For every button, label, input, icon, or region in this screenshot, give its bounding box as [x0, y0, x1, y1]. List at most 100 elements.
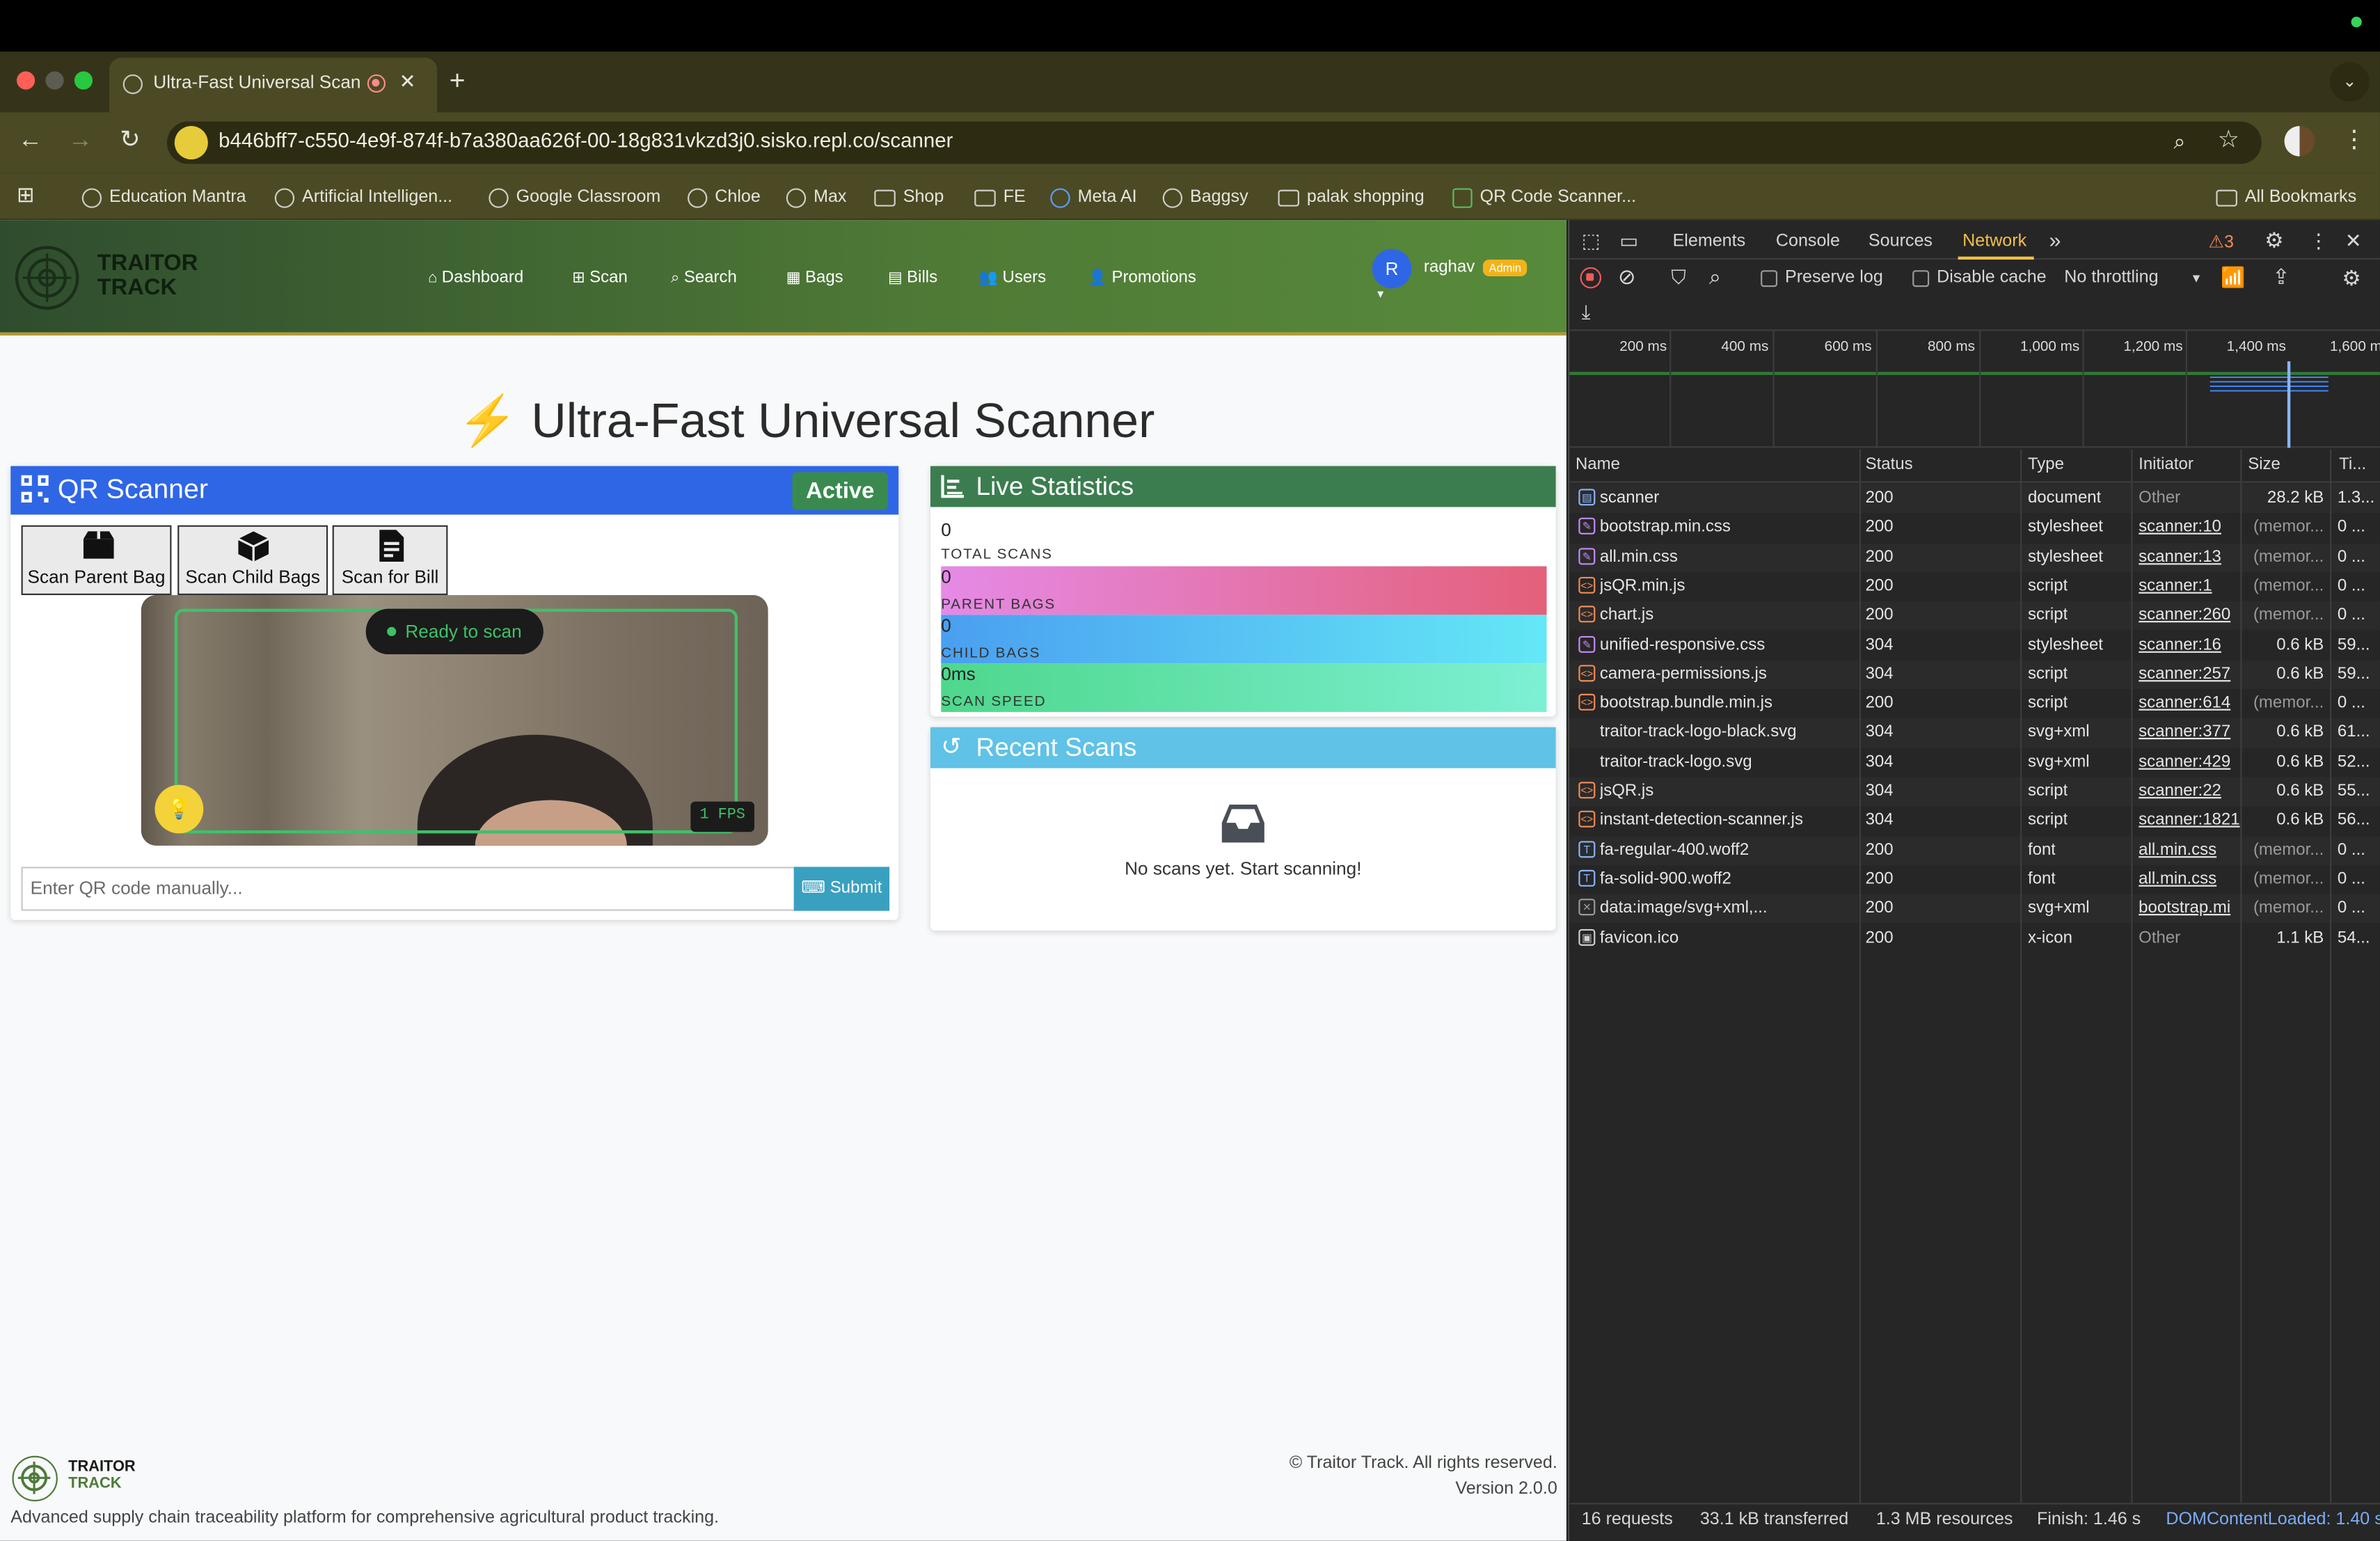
- browser-menu-icon[interactable]: ⋮: [2342, 128, 2366, 153]
- request-initiator[interactable]: all.min.css: [2139, 870, 2245, 888]
- search-icon[interactable]: ⌕: [1709, 264, 1721, 290]
- bookmark-education-mantra[interactable]: Education Mantra: [81, 185, 246, 210]
- record-stop-icon[interactable]: [1580, 267, 1602, 289]
- user-menu-caret-icon[interactable]: ▼: [1375, 290, 1386, 301]
- tab-search-button[interactable]: ⌄: [2329, 62, 2370, 102]
- request-initiator[interactable]: scanner:260: [2139, 606, 2245, 624]
- tab-elements[interactable]: Elements: [1673, 232, 1746, 251]
- table-row[interactable]: ✎ unified-responsive.css 304 stylesheet scan…: [1569, 631, 2380, 661]
- request-initiator[interactable]: scanner:377: [2139, 723, 2245, 741]
- request-initiator[interactable]: all.min.css: [2139, 840, 2245, 858]
- minimize-window-button[interactable]: [45, 71, 64, 90]
- request-initiator[interactable]: scanner:10: [2139, 518, 2245, 536]
- avatar[interactable]: R: [1372, 248, 1412, 289]
- table-row[interactable]: ✎ all.min.css 200 stylesheet scanner:13 (memo…: [1569, 542, 2380, 573]
- bookmark-baggsy[interactable]: Baggsy: [1162, 185, 1248, 210]
- bookmark-folder-palak-shopping[interactable]: palak shopping: [1278, 185, 1425, 210]
- bookmark-max[interactable]: Max: [786, 185, 846, 210]
- request-initiator[interactable]: bootstrap.mi: [2139, 899, 2245, 917]
- column-status[interactable]: Status: [1866, 455, 1913, 473]
- scan-for-bill-button[interactable]: Scan for Bill: [332, 525, 448, 595]
- nav-bills[interactable]: ▤ Bills: [888, 269, 937, 287]
- clear-icon[interactable]: ⊘: [1618, 264, 1636, 290]
- back-icon[interactable]: ←: [18, 128, 42, 153]
- device-toolbar-icon[interactable]: ▭: [1619, 229, 1638, 253]
- tab-sources[interactable]: Sources: [1869, 232, 1933, 251]
- bookmark-artificial-intelligence[interactable]: Artificial Intelligen...: [274, 185, 452, 210]
- request-initiator[interactable]: scanner:16: [2139, 635, 2245, 654]
- bookmark-folder-fe[interactable]: FE: [974, 185, 1026, 210]
- zoom-icon[interactable]: ⌕: [2173, 131, 2185, 152]
- close-window-button[interactable]: [16, 71, 35, 90]
- username[interactable]: raghav: [1424, 258, 1475, 276]
- request-initiator[interactable]: scanner:22: [2139, 782, 2245, 800]
- browser-tab[interactable]: Ultra-Fast Universal Scan ✕: [109, 57, 438, 113]
- column-size[interactable]: Size: [2248, 455, 2280, 473]
- site-info-icon[interactable]: [174, 126, 208, 160]
- url-text[interactable]: b446bff7-c550-4e9f-874f-b7a380aa626f-00-…: [219, 129, 953, 152]
- more-tabs-icon[interactable]: »: [2049, 228, 2061, 252]
- table-row[interactable]: <> bootstrap.bundle.min.js 200 script scanne…: [1569, 689, 2380, 719]
- forward-icon[interactable]: →: [68, 128, 93, 153]
- throttling-select[interactable]: No throttling: [2064, 269, 2158, 287]
- close-devtools-icon[interactable]: ✕: [2345, 229, 2362, 253]
- tab-network[interactable]: Network: [1962, 232, 2026, 251]
- scan-parent-bag-button[interactable]: Scan Parent Bag: [21, 525, 172, 595]
- column-time[interactable]: Ti...: [2339, 455, 2366, 473]
- settings-gear-icon[interactable]: ⚙: [2264, 228, 2283, 253]
- table-row[interactable]: <> camera-permissions.js 304 script scanner:…: [1569, 660, 2380, 690]
- nav-scan[interactable]: ⊞ Scan: [572, 269, 628, 287]
- table-row[interactable]: ✎ bootstrap.min.css 200 stylesheet scanner:1…: [1569, 513, 2380, 543]
- new-tab-button[interactable]: +: [450, 67, 466, 94]
- request-initiator[interactable]: scanner:257: [2139, 665, 2245, 683]
- request-initiator[interactable]: scanner:614: [2139, 694, 2245, 712]
- column-name[interactable]: Name: [1576, 455, 1620, 473]
- nav-promotions[interactable]: 👤 Promotions: [1088, 269, 1196, 287]
- devtools-menu-icon[interactable]: ⋮: [2308, 229, 2328, 253]
- flashlight-button[interactable]: 💡: [154, 784, 204, 834]
- nav-search[interactable]: ⌕ Search: [671, 269, 737, 287]
- table-row[interactable]: ▤ scanner 200 document Other 28.2 kB 1.3...: [1569, 484, 2380, 514]
- apps-icon[interactable]: ⊞: [17, 184, 35, 205]
- table-row[interactable]: <> jsQR.js 304 script scanner:22 0.6 kB 55...: [1569, 777, 2380, 807]
- inspect-element-icon[interactable]: ⬚: [1582, 229, 1601, 253]
- request-initiator[interactable]: scanner:1: [2139, 577, 2245, 595]
- network-conditions-icon[interactable]: 📶: [2221, 266, 2245, 290]
- bookmark-google-classroom[interactable]: Google Classroom: [489, 185, 660, 210]
- bookmark-star-icon[interactable]: ☆: [2218, 128, 2239, 153]
- download-icon[interactable]: ⤓: [1582, 301, 1591, 325]
- nav-users[interactable]: 👥 Users: [979, 269, 1046, 287]
- issues-counter[interactable]: ⚠3: [2209, 231, 2234, 252]
- table-row[interactable]: <> instant-detection-scanner.js 304 script s…: [1569, 806, 2380, 836]
- table-row[interactable]: traitor-track-logo.svg 304 svg+xml scanner:…: [1569, 748, 2380, 777]
- filter-icon[interactable]: ⛉: [1671, 266, 1685, 290]
- tab-console[interactable]: Console: [1776, 232, 1840, 251]
- profile-icon[interactable]: [2284, 126, 2315, 157]
- bookmark-chloe[interactable]: Chloe: [688, 185, 761, 210]
- brand-name[interactable]: TRAITOR TRACK: [97, 251, 198, 301]
- maximize-window-button[interactable]: [74, 71, 93, 90]
- network-settings-icon[interactable]: ⚙: [2342, 266, 2361, 292]
- bookmark-meta-ai[interactable]: Meta AI: [1050, 185, 1137, 210]
- preserve-log-checkbox[interactable]: [1761, 270, 1778, 287]
- table-row[interactable]: traitor-track-logo-black.svg 304 svg+xml sc…: [1569, 718, 2380, 748]
- column-initiator[interactable]: Initiator: [2139, 455, 2193, 473]
- table-row[interactable]: <> jsQR.min.js 200 script scanner:1 (memor...…: [1569, 572, 2380, 602]
- column-type[interactable]: Type: [2028, 455, 2064, 473]
- table-row[interactable]: <> chart.js 200 script scanner:260 (memor... 0…: [1569, 601, 2380, 631]
- scan-child-bags-button[interactable]: Scan Child Bags: [177, 525, 328, 595]
- request-initiator[interactable]: scanner:429: [2139, 752, 2245, 770]
- nav-dashboard[interactable]: ⌂ Dashboard: [428, 269, 523, 287]
- table-row[interactable]: ▣ favicon.ico 200 x-icon Other 1.1 kB 54...: [1569, 924, 2380, 954]
- bookmark-qr-code-scanner[interactable]: QR Code Scanner...: [1452, 185, 1636, 210]
- table-row[interactable]: Tfa-regular-400.woff2 200 font all.min.css (…: [1569, 835, 2380, 865]
- manual-qr-input[interactable]: Enter QR code manually...: [21, 867, 795, 911]
- request-initiator[interactable]: scanner:13: [2139, 547, 2245, 565]
- upload-icon[interactable]: ⇪: [2272, 264, 2290, 290]
- table-row[interactable]: Tfa-solid-900.woff2 200 font all.min.css (me…: [1569, 864, 2380, 895]
- nav-bags[interactable]: ▦ Bags: [786, 269, 843, 287]
- disable-cache-checkbox[interactable]: [1912, 270, 1930, 287]
- reload-icon[interactable]: ↻: [120, 128, 140, 153]
- request-initiator[interactable]: scanner:1821: [2139, 811, 2245, 829]
- all-bookmarks[interactable]: All Bookmarks: [2216, 185, 2356, 210]
